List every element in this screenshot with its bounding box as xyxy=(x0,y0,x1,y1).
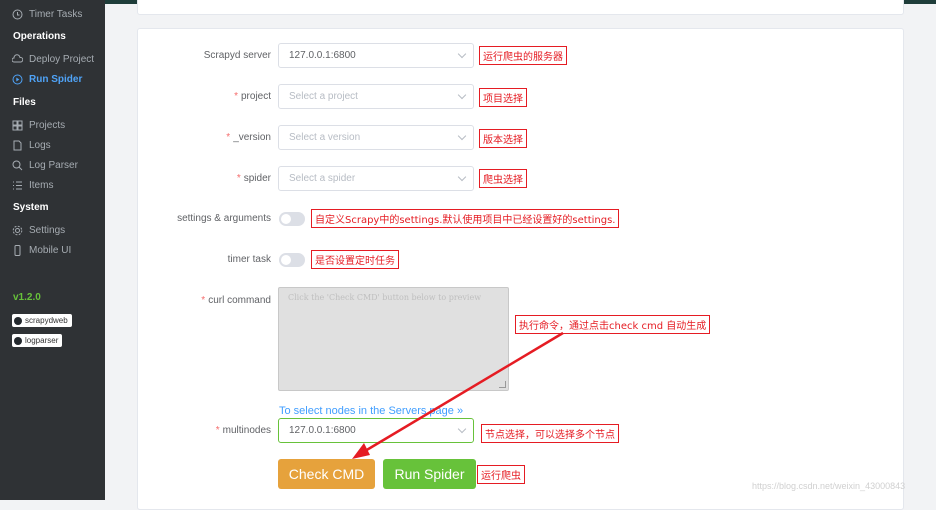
annotation-arrow xyxy=(352,331,564,459)
watermark: https://blog.csdn.net/weixin_43000843 xyxy=(752,481,906,491)
